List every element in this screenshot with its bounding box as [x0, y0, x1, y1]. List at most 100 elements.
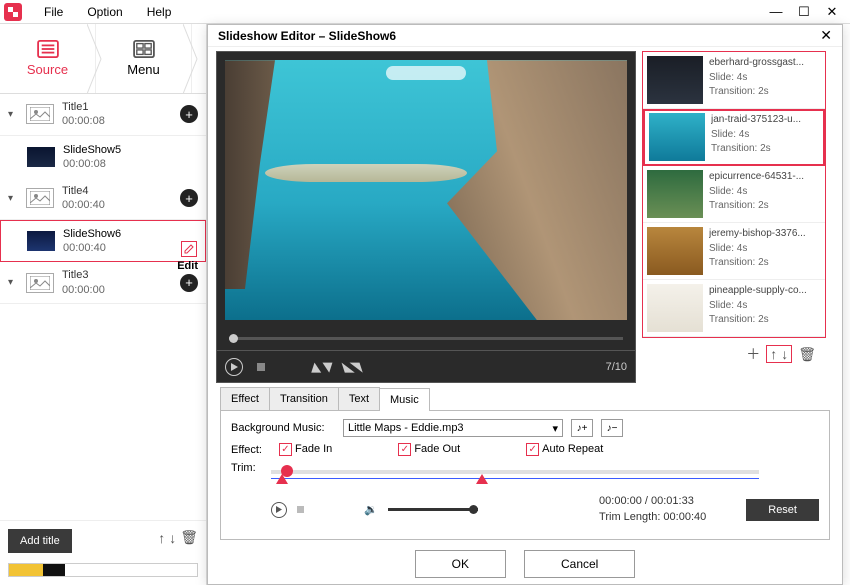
add-slide-icon[interactable]: ＋ [746, 344, 760, 364]
menu-option[interactable]: Option [75, 5, 134, 19]
rotate-right-icon[interactable]: ◣◥ [340, 359, 361, 375]
menu-help[interactable]: Help [135, 5, 184, 19]
remove-music-icon[interactable]: ♪− [601, 419, 623, 437]
tab-effect[interactable]: Effect [220, 387, 270, 410]
chevron-down-icon: ▾ [552, 422, 558, 435]
menu-icon [133, 40, 155, 58]
title-duration: 00:00:40 [62, 198, 105, 212]
trim-slider[interactable] [271, 462, 759, 490]
slide-name: SlideShow6 [63, 227, 121, 241]
dialog-buttons: OK Cancel [208, 540, 842, 584]
slide-thumb [27, 147, 55, 167]
menubar: File Option Help — ☐ ✕ [0, 0, 850, 24]
music-panel: Effect Transition Text Music Background … [208, 387, 842, 540]
dialog-close-icon[interactable]: ✕ [820, 27, 832, 44]
expand-icon[interactable]: ▾ [8, 277, 18, 288]
delete-slide-icon[interactable]: 🗑 [798, 346, 816, 363]
expand-icon[interactable]: ▾ [8, 109, 18, 120]
slide-duration: 00:00:08 [63, 157, 121, 171]
timeline[interactable] [8, 563, 198, 577]
preview-controls: ◣◥ ◣◥ 7/10 [216, 351, 636, 383]
trash-icon[interactable]: 🗑 [180, 529, 198, 546]
tab-source-label: Source [27, 62, 68, 77]
tab-menu-label: Menu [127, 62, 160, 77]
preview-pane: ◣◥ ◣◥ 7/10 [216, 51, 636, 383]
time-readout: 00:00:00 / 00:01:33 [599, 494, 706, 509]
fadeout-checkbox[interactable]: ✓Fade Out [398, 443, 460, 456]
volume-icon[interactable]: 🔉 [364, 503, 378, 516]
move-up-icon[interactable]: ↑ [158, 530, 165, 546]
minimize-icon[interactable]: — [762, 4, 790, 20]
trim-play-icon[interactable] [271, 502, 287, 518]
slide-name: SlideShow5 [63, 143, 121, 157]
close-icon[interactable]: ✕ [818, 4, 846, 20]
tab-source[interactable]: Source [0, 24, 96, 93]
tab-menu[interactable]: Menu [96, 24, 192, 93]
maximize-icon[interactable]: ☐ [790, 4, 818, 20]
slide-list-tools: ＋ ↑↓ 🗑 [642, 338, 826, 364]
fadein-checkbox[interactable]: ✓Fade In [279, 443, 332, 456]
slide-list-item[interactable]: eberhard-grossgast...Slide: 4sTransition… [643, 52, 825, 109]
rotate-left-icon[interactable]: ◣◥ [310, 359, 331, 375]
sidebar: Source Menu ▾ Title100:00:08 + SlideShow… [0, 24, 207, 585]
slide-row[interactable]: SlideShow500:00:08 [0, 136, 206, 179]
slide-list-item[interactable]: epicurrence-64531-...Slide: 4sTransition… [643, 166, 825, 223]
app-icon [4, 3, 22, 21]
trim-in-handle[interactable] [276, 474, 288, 484]
add-icon[interactable]: + [180, 189, 198, 207]
autorepeat-checkbox[interactable]: ✓Auto Repeat [526, 443, 603, 456]
cancel-button[interactable]: Cancel [524, 550, 635, 578]
add-icon[interactable]: + [180, 105, 198, 123]
trim-length-readout: Trim Length: 00:00:40 [599, 510, 706, 525]
slide-down-icon[interactable]: ↓ [781, 346, 788, 362]
dialog-title-bar: Slideshow Editor – SlideShow6 ✕ [208, 25, 842, 47]
tab-music[interactable]: Music [379, 388, 430, 411]
tab-text[interactable]: Text [338, 387, 380, 410]
add-icon[interactable]: + [180, 274, 198, 292]
slide-list-item[interactable]: pineapple-supply-co...Slide: 4sTransitio… [643, 280, 825, 337]
reset-button[interactable]: Reset [746, 499, 819, 521]
title-duration: 00:00:00 [62, 283, 105, 297]
ok-button[interactable]: OK [415, 550, 506, 578]
bg-music-select[interactable]: Little Maps - Eddie.mp3▾ [343, 419, 563, 437]
bg-music-label: Background Music: [231, 422, 335, 434]
stop-icon[interactable] [257, 363, 265, 371]
window-controls: — ☐ ✕ [762, 4, 846, 20]
title-list: ▾ Title100:00:08 + SlideShow500:00:08 ▾ … [0, 94, 206, 520]
slide-row-selected[interactable]: SlideShow600:00:40 [0, 220, 206, 263]
slideshow-editor-dialog: Slideshow Editor – SlideShow6 ✕ [207, 24, 843, 585]
music-tabs: Effect Transition Text Music [220, 387, 830, 411]
slide-thumb [27, 231, 55, 251]
slide-list-item-selected[interactable]: jan-traid-375123-u...Slide: 4sTransition… [643, 109, 825, 166]
title-row[interactable]: ▾ Title100:00:08 + [0, 94, 206, 136]
trim-out-handle[interactable] [476, 474, 488, 484]
title-name: Title4 [62, 184, 105, 198]
title-thumb [26, 273, 54, 293]
title-row[interactable]: ▾ Title300:00:00 + [0, 262, 206, 304]
add-title-button[interactable]: Add title [8, 529, 72, 553]
title-name: Title3 [62, 268, 105, 282]
menu-file[interactable]: File [32, 5, 75, 19]
edit-icon[interactable] [181, 241, 197, 257]
slide-duration: 00:00:40 [63, 241, 121, 255]
expand-icon[interactable]: ▾ [8, 193, 18, 204]
trim-stop-icon[interactable] [297, 506, 304, 513]
tab-transition[interactable]: Transition [269, 387, 339, 410]
slide-up-icon[interactable]: ↑ [770, 346, 777, 362]
play-icon[interactable] [225, 358, 243, 376]
title-name: Title1 [62, 100, 105, 114]
preview-viewport [216, 51, 636, 351]
title-thumb [26, 104, 54, 124]
add-music-icon[interactable]: ♪+ [571, 419, 593, 437]
trim-label: Trim: [231, 462, 263, 474]
sidebar-tabs: Source Menu [0, 24, 206, 94]
slide-list-item[interactable]: jeremy-bishop-3376...Slide: 4sTransition… [643, 223, 825, 280]
source-icon [37, 40, 59, 58]
volume-slider[interactable] [388, 508, 478, 511]
progress-bar[interactable] [229, 337, 623, 340]
move-down-icon[interactable]: ↓ [169, 530, 176, 546]
dialog-title: Slideshow Editor – SlideShow6 [218, 29, 396, 43]
title-row[interactable]: ▾ Title400:00:40 + [0, 178, 206, 220]
title-thumb [26, 188, 54, 208]
slide-counter: 7/10 [606, 361, 627, 373]
